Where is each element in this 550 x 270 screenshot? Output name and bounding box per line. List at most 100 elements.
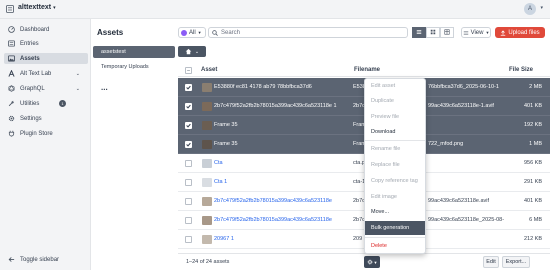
wrench-icon [6,100,16,107]
asset-title[interactable]: Cta 1 [214,179,227,185]
asset-title[interactable]: 2b7c479f52a2fb2b78015a399ac439c6a523118e [214,198,332,204]
menu-item-edit-image[interactable]: Edit image [365,190,425,204]
asset-thumbnail [202,216,212,225]
actions-menu-button[interactable]: ▼ [364,256,380,268]
source-filter-label: All [189,29,196,36]
sidebar-item-plugin-store[interactable]: Plugin Store [4,128,88,139]
asset-filesize: 2 MB [529,84,542,90]
list-icon [416,29,422,37]
asset-title[interactable]: Frame 35 [214,141,238,147]
export-button[interactable]: Export... [502,256,530,268]
row-checkbox[interactable] [185,236,192,243]
newspaper-icon [6,40,16,47]
row-checkbox[interactable] [185,122,192,129]
view-menu-label: View [470,29,484,36]
chevron-down-icon: ⌄ [75,70,80,77]
graphql-icon [6,85,16,92]
select-all-checkbox[interactable]: – [185,67,192,74]
sliders-icon [463,30,469,36]
actions-context-menu: Edit asset Duplicate Preview file Downlo… [364,78,426,254]
asset-thumbnail [202,121,212,130]
asset-title[interactable]: Frame 35 [214,122,238,128]
breadcrumb[interactable]: ⌄ [178,46,206,57]
row-checkbox[interactable] [185,141,192,148]
menu-item-copy-reference-tag[interactable]: Copy reference tag [365,174,425,188]
folder-item-temporary-uploads[interactable]: Temporary Uploads [93,61,175,73]
asset-title[interactable]: 2b7c479f52a2fb2b78015a399ac439c6a523118e… [214,103,337,109]
asset-thumbnail [202,197,212,206]
volume-list: assetstest Temporary Uploads ... [91,43,177,270]
chevron-down-icon: ⌄ [75,85,80,92]
row-checkbox[interactable] [185,179,192,186]
folder-item-assetstest[interactable]: assetstest [93,46,175,58]
asset-thumbnail [202,102,212,111]
asset-thumbnail [202,235,212,244]
row-checkbox[interactable] [185,217,192,224]
edit-button[interactable]: Edit [483,256,499,268]
row-checkbox[interactable] [185,198,192,205]
menu-item-bulk-generation[interactable]: Bulk generation [365,221,425,235]
gear-icon [367,259,373,265]
sidebar-item-entries[interactable]: Entries [4,38,88,49]
chevron-down-icon: ▾ [53,5,56,11]
asset-filename-end: 99ac439c6a523118e.avif [428,198,490,204]
menu-item-edit-asset[interactable]: Edit asset [365,79,425,93]
asset-filesize: 401 KB [523,103,542,109]
row-checkbox[interactable] [185,103,192,110]
asset-filename-end: 722_mfod.png [428,141,464,147]
menu-item-replace-file[interactable]: Replace file [365,158,425,172]
menu-item-duplicate[interactable]: Duplicate [365,94,425,108]
asset-filesize: 291 KB [523,179,542,185]
asset-filesize: 6 MB [529,217,542,223]
sidebar-item-label: Plugin Store [20,130,53,137]
asset-title[interactable]: Cta [214,160,223,166]
list-view-button[interactable] [412,27,426,38]
row-checkbox[interactable] [185,84,192,91]
column-header-asset[interactable]: Asset [201,67,217,73]
toggle-sidebar-button[interactable]: Toggle sidebar [4,254,59,265]
avatar[interactable]: A [524,3,536,15]
sidebar-item-assets[interactable]: Assets [4,53,88,64]
column-header-filesize[interactable]: File Size [509,67,533,73]
asset-thumbnail [202,140,212,149]
sidebar-item-utilities[interactable]: Utilities 1 [4,98,88,109]
site-name[interactable]: alttexttext ▾ [18,4,56,11]
row-checkbox[interactable] [185,160,192,167]
site-menu-icon[interactable] [6,5,14,13]
table-header: – Asset Filename File Size [178,64,550,77]
table-footer: 1–24 of 24 assets ▼ Edit Export... [178,253,550,270]
upload-files-button[interactable]: Upload files [495,27,545,38]
menu-item-rename-file[interactable]: Rename file [365,142,425,156]
grid-view-button[interactable] [426,27,440,38]
menu-item-download[interactable]: Download [365,125,425,139]
menu-item-preview-file[interactable]: Preview file [365,110,425,124]
asset-thumbnail [202,159,212,168]
column-header-filename[interactable]: Filename [354,67,380,73]
sidebar-item-dashboard[interactable]: Dashboard [4,24,88,35]
sidebar-item-graphql[interactable]: GraphQL ⌄ [4,83,88,94]
asset-title[interactable]: E53880f ec81 4178 ab79 78bbfbca37d6 [214,84,312,90]
menu-item-delete[interactable]: Delete [365,239,425,253]
chevron-down-icon[interactable]: ▾ [540,5,543,11]
sidebar-item-label: Alt Text Lab [20,70,52,77]
folder-more[interactable]: ... [93,81,175,93]
menu-item-move[interactable]: Move... [365,205,425,219]
asset-filename-start: 209 [353,236,363,242]
table-view-button[interactable] [440,27,454,38]
search-icon [212,29,218,36]
toggle-sidebar-label: Toggle sidebar [20,256,60,263]
menu-separator [365,140,425,141]
notification-badge: 1 [59,100,66,107]
asset-title[interactable]: 20967 1 [214,236,234,242]
source-color-icon [181,29,187,36]
sidebar-item-alt-text-lab[interactable]: Alt Text Lab ⌄ [4,68,88,79]
asset-filesize: 401 KB [523,198,542,204]
source-filter-select[interactable]: All ▼ [178,27,206,38]
sidebar-item-settings[interactable]: Settings [4,113,88,124]
view-mode-group [412,27,454,38]
upload-files-label: Upload files [508,29,540,36]
asset-thumbnail [202,178,212,187]
search-input[interactable]: Search [208,27,408,38]
asset-title[interactable]: 2b7c479f52a2fb2b78015a399ac439c6a523118e [214,217,332,223]
view-menu-button[interactable]: View ▼ [461,27,491,38]
